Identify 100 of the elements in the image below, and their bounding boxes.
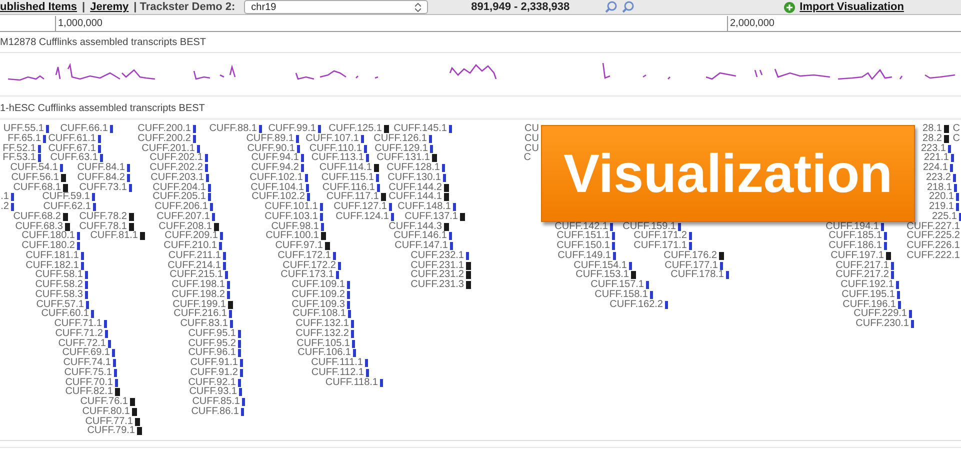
transcript-label: CUFF.227.1 <box>906 222 961 232</box>
track-title: 1-hESC Cufflinks assembled transcripts BEST <box>0 102 206 116</box>
transcript-label: CUFF.70.1 <box>65 378 114 388</box>
transcript-label: CUFF.200.1 <box>138 124 192 134</box>
track-title: M12878 Cufflinks assembled transcripts BEST <box>0 32 961 53</box>
updown-icon <box>415 2 422 12</box>
transcript-label: CUFF.198.2 <box>172 290 226 300</box>
transcript-label: CUFF.181.1 <box>26 250 80 261</box>
transcript-label: CUFF.102.1 <box>250 172 304 183</box>
transcript-label: CUFF.127.1 <box>334 202 388 212</box>
transcript-label: CUFF.157.1 <box>590 280 645 290</box>
transcript-label: CUFF.185.1 <box>828 231 883 242</box>
transcript-label: CUFF.180.1 <box>22 231 76 242</box>
transcript-label: CUFF.58.1 <box>35 270 84 280</box>
transcript-label: CUFF.98.1 <box>271 222 320 232</box>
transcript-label: CUFF.62.1 <box>43 202 92 212</box>
transcript-label: CUFF.217.2 <box>836 270 889 280</box>
transcript-label: CUFF.162.2 <box>610 300 664 310</box>
transcript-label: CUFF.106.1 <box>298 348 351 358</box>
transcript-label: CUFF.154.1 <box>574 260 627 270</box>
transcript-label: CUFF.71.2 <box>55 328 104 339</box>
transcript-label: CUFF.69.1 <box>62 348 110 358</box>
transcript-label: CUFF.116.1 <box>322 182 375 192</box>
transcript-label: CUFF.125.1 <box>328 124 383 134</box>
transcript-label: CUFF.226.1 <box>906 241 961 251</box>
transcript-label: CUFF.137.1 <box>404 212 459 222</box>
transcript-label: 28.1 <box>922 124 943 134</box>
transcript-label: CUFF.110.1 <box>309 144 362 154</box>
transcript-label: CUFF.178.1 <box>670 270 725 280</box>
transcript-label: CUFF.210.1 <box>164 241 218 251</box>
transcript-label: 224.1 <box>922 163 949 173</box>
transcript-label: C <box>952 134 961 144</box>
chromosome-select[interactable]: chr19 <box>244 0 428 14</box>
transcript-label: CUFF.199.1 <box>172 300 226 310</box>
add-icon <box>784 2 795 12</box>
transcript-label: CUFF.89.1 <box>246 134 295 144</box>
transcript-label: CUFF.200.2 <box>138 134 192 144</box>
transcript-label: CUFF.124.1 <box>336 212 389 222</box>
transcript-label: CUFF.158.1 <box>594 290 649 300</box>
transcript-label: CUFF.172.1 <box>278 250 332 261</box>
transcript-label: CUFF.77.1 <box>85 416 133 426</box>
transcript-label: CUFF.80.1 <box>82 406 131 417</box>
transcript-label: CUFF.201.1 <box>142 144 195 154</box>
transcript-label: CUFF.211.1 <box>168 250 222 261</box>
transcript-label: CUFF.84.2 <box>77 172 126 183</box>
transcript-label: 223.1 <box>920 144 946 154</box>
transcript-label: CUFF.81.1 <box>90 231 139 242</box>
transcript-label: CUFF.176.2 <box>664 250 718 261</box>
transcript-label: CUFF.173.1 <box>280 270 334 280</box>
transcript-label: CUFF.102.2 <box>252 192 305 202</box>
transcript-label: CUFF.90.1 <box>247 144 295 154</box>
transcript-label: CUFF.177.1 <box>664 260 718 270</box>
transcript-label: 220.1 <box>928 192 955 202</box>
transcript-label: CUFF.112.1 <box>311 368 365 378</box>
transcript-label: CUFF.172.2 <box>282 260 337 270</box>
zoom-out-icon[interactable] <box>622 1 634 13</box>
transcript-label: CUFF.151.1 <box>556 231 611 242</box>
transcript-label: CUFF.144.3 <box>388 222 442 232</box>
transcript-label: CUFF.74.1 <box>63 358 112 368</box>
transcript-label: FF.52.1 <box>2 144 37 154</box>
transcript-label: CUFF.94.1 <box>251 153 300 164</box>
transcript-label: CUFF.202.2 <box>150 163 204 173</box>
transcript-label: CUFF.132.2 <box>296 328 350 339</box>
transcript-label: CUFF.231.2 <box>410 270 465 280</box>
transcript-label: CUFF.75.1 <box>64 368 113 378</box>
transcript-label: CUFF.144.1 <box>388 192 442 202</box>
transcript-label: CUFF.205.1 <box>152 192 206 202</box>
transcript-label: CUFF.195.1 <box>842 290 896 300</box>
transcript-label: CUFF.67.1 <box>48 144 96 154</box>
transcript-label: CUFF.144.2 <box>388 182 443 192</box>
transcript-label: CUFF.182.1 <box>26 260 79 270</box>
transcript-label: CUFF.107.1 <box>306 134 360 144</box>
transcript-label: CU <box>524 124 540 134</box>
transcript-label: CUFF.60.1 <box>41 309 89 320</box>
transcript-label: CUFF.57.1 <box>36 300 84 310</box>
transcript-label: CUFF.194.1 <box>826 222 879 232</box>
import-link[interactable]: Import Visualization <box>800 1 904 13</box>
transcript-label: CUFF.72.1 <box>58 338 106 348</box>
transcript-label: CUFF.197.1 <box>830 250 885 261</box>
transcript-label: CUFF.96.1 <box>188 348 236 358</box>
transcript-label: CUFF.88.1 <box>209 124 258 134</box>
transcript-label: CUFF.84.1 <box>77 163 126 173</box>
transcript-label: CUFF.114.1 <box>319 163 373 173</box>
zoom-in-icon[interactable] <box>604 1 617 13</box>
breadcrumb[interactable]: ublished Items <box>0 1 78 13</box>
transcript-label: CUFF.229.1 <box>854 309 907 320</box>
transcript-label: CUFF.232.1 <box>410 250 465 261</box>
transcript-label: .2 <box>0 202 10 212</box>
transcript-label: CUFF.159.1 <box>622 222 676 232</box>
breadcrumb: | Trackster Demo 2: <box>134 1 236 13</box>
ruler-tick-label: 1,000,000 <box>55 16 102 31</box>
transcript-label: CUFF.61.1 <box>48 134 97 144</box>
breadcrumb[interactable]: Jeremy <box>90 1 129 13</box>
transcript-label: FF.65.1 <box>8 134 42 144</box>
transcript-label: CUFF.126.1 <box>374 134 428 144</box>
transcript-label: CUFF.93.1 <box>189 387 237 398</box>
transcript-label: CUFF.91.2 <box>190 368 239 378</box>
transcript-label: CUFF.225.2 <box>906 231 961 242</box>
transcript-label: C <box>952 124 961 134</box>
transcript-label: CUFF.128.1 <box>386 163 441 173</box>
